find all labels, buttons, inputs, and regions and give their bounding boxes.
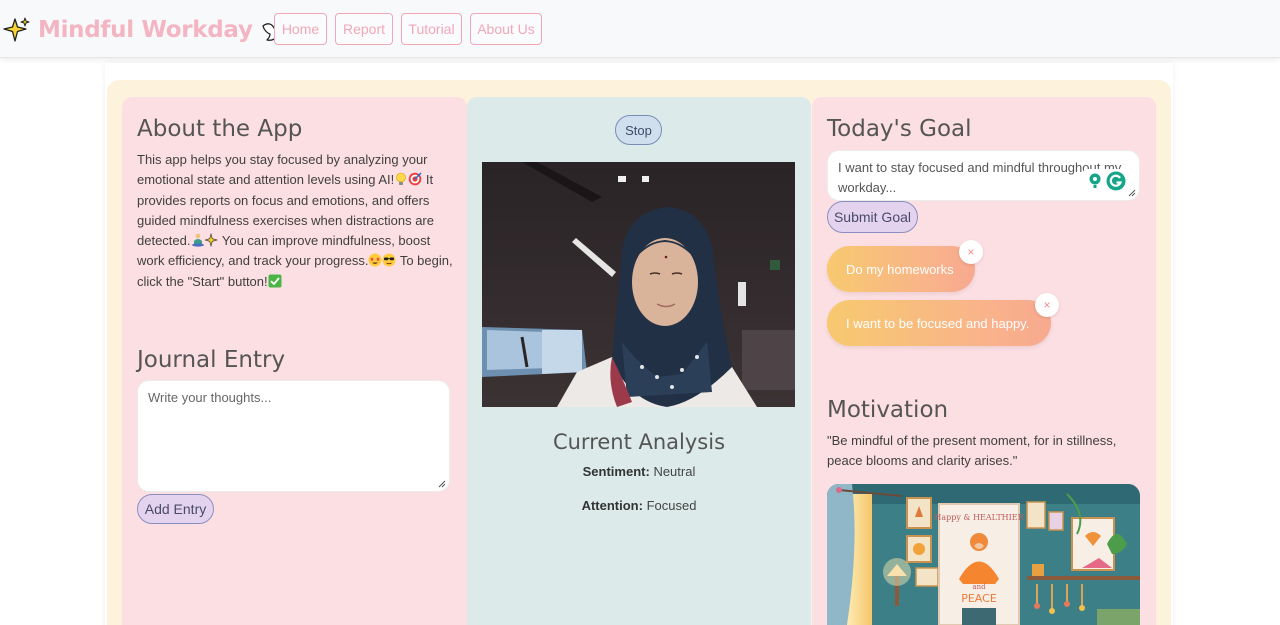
grammarly-icon [1106, 171, 1126, 191]
about-text: This app helps you stay focused by analy… [137, 150, 457, 292]
resize-handle-icon[interactable] [438, 480, 446, 488]
goal-item[interactable]: Do my homeworks [827, 246, 975, 292]
grammar-widget[interactable] [1084, 169, 1128, 193]
lightbulb-icon [396, 172, 407, 186]
goal-item-text: I want to be focused and happy. [846, 315, 1030, 331]
poster-caption: and [972, 583, 986, 591]
add-entry-button[interactable]: Add Entry [137, 494, 214, 524]
nav-home-link[interactable]: Home [274, 13, 327, 45]
bulb-icon [1089, 173, 1101, 188]
goal-item-text: Do my homeworks [846, 261, 954, 277]
check-icon [268, 274, 282, 288]
close-icon[interactable]: × [959, 240, 983, 264]
star-eyes-icon [368, 253, 382, 267]
sentiment-label: Sentiment: [582, 464, 650, 479]
stop-button[interactable]: Stop [615, 115, 662, 145]
target-icon [408, 172, 422, 186]
goal-input[interactable]: I want to stay focused and mindful throu… [827, 150, 1140, 201]
poster-caption: PEACE [961, 592, 997, 605]
motivation-illustration: Happy & HEALTHIER and PEACE [827, 484, 1140, 625]
about-text-part: This app helps you stay focused by analy… [137, 152, 428, 188]
brand[interactable]: Mindful Workday [3, 14, 290, 46]
sparkle-icon [3, 17, 30, 42]
sentiment-row: Sentiment: Neutral [467, 464, 811, 479]
brand-title: Mindful Workday [38, 17, 253, 43]
motivation-quote: "Be mindful of the present moment, for i… [827, 433, 1117, 469]
attention-row: Attention: Focused [467, 498, 811, 513]
about-title: About the App [137, 116, 303, 142]
sentiment-value: Neutral [653, 464, 696, 479]
attention-label: Attention: [581, 498, 643, 513]
meditation-icon [191, 233, 204, 247]
nav-report-link[interactable]: Report [335, 13, 393, 45]
motivation-title: Motivation [827, 397, 949, 423]
close-icon[interactable]: × [1035, 293, 1059, 317]
nav-tutorial-link[interactable]: Tutorial [401, 13, 462, 45]
webcam-feed [482, 162, 795, 407]
sunglasses-icon [382, 253, 396, 267]
journal-title: Journal Entry [137, 347, 286, 373]
resize-handle-icon[interactable] [1128, 189, 1136, 197]
nav-about-link[interactable]: About Us [470, 13, 542, 45]
poster-caption: Happy & HEALTHIER [934, 513, 1024, 522]
journal-input[interactable]: Write your thoughts... [137, 380, 450, 492]
analysis-title: Current Analysis [552, 430, 726, 454]
journal-placeholder: Write your thoughts... [148, 390, 272, 405]
goal-item[interactable]: I want to be focused and happy. [827, 300, 1051, 346]
submit-goal-button[interactable]: Submit Goal [827, 201, 918, 233]
attention-value: Focused [646, 498, 697, 513]
goal-title: Today's Goal [827, 116, 972, 142]
navbar: Mindful Workday Home Report Tutorial Abo… [0, 0, 1280, 58]
sparkles-icon [204, 233, 218, 248]
